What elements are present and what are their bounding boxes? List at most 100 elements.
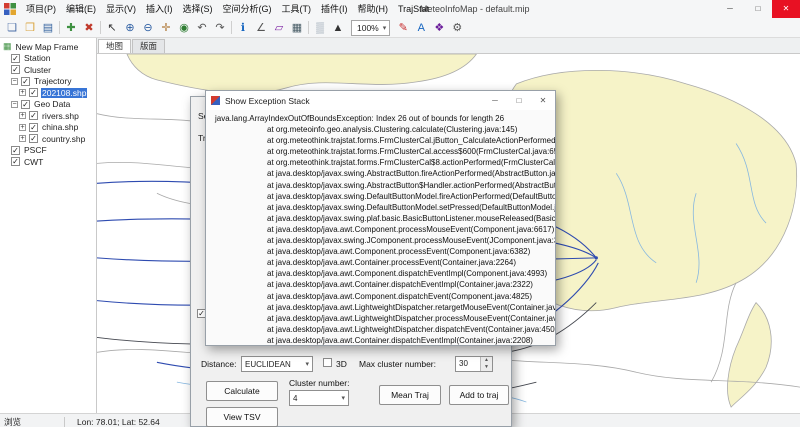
remove-layer-icon[interactable]: ✖ — [80, 20, 98, 36]
legend-item-cluster[interactable]: ✓Cluster — [0, 64, 96, 76]
zoom-previous-icon[interactable]: ↶ — [193, 20, 211, 36]
legend-item-rivers-shp[interactable]: +✓rivers.shp — [0, 110, 96, 122]
graticule-icon[interactable]: ▒ — [311, 20, 329, 36]
layer-visibility-checkbox[interactable]: ✓ — [21, 77, 30, 86]
menu-geoprocessing[interactable]: 空间分析(G) — [218, 0, 277, 18]
menu-select[interactable]: 选择(S) — [178, 0, 218, 18]
zoom-next-icon[interactable]: ↷ — [211, 20, 229, 36]
toolbar-separator — [59, 21, 60, 34]
close-button[interactable]: ✕ — [772, 0, 800, 18]
settings-gear-icon[interactable]: ⚙ — [448, 20, 466, 36]
legend-item-label[interactable]: Trajectory — [33, 76, 72, 86]
legend-map-frame[interactable]: ▦New Map Frame — [0, 41, 96, 53]
mean-traj-button[interactable]: Mean Traj — [379, 385, 441, 405]
select-arrow-icon[interactable]: ↖ — [103, 20, 121, 36]
attribute-table-icon[interactable]: ▦ — [288, 20, 306, 36]
menu-help[interactable]: 帮助(H) — [353, 0, 394, 18]
distance-select[interactable]: EUCLIDEAN ▾ — [241, 356, 313, 372]
zoom-out-icon[interactable]: ⊖ — [139, 20, 157, 36]
view-tabs: 地图版面 — [97, 38, 800, 54]
chevron-down-icon: ▾ — [341, 394, 345, 402]
dialog-minimize-button[interactable]: ─ — [483, 91, 507, 110]
menu-plugin[interactable]: 插件(I) — [316, 0, 353, 18]
legend-item-label[interactable]: Geo Data — [33, 99, 71, 109]
layer-visibility-checkbox[interactable]: ✓ — [29, 88, 38, 97]
identify-icon[interactable]: ℹ — [234, 20, 252, 36]
legend-item-pscf[interactable]: ✓PSCF — [0, 145, 96, 157]
spinner-down-icon[interactable]: ▼ — [481, 364, 492, 371]
text-label-icon[interactable]: A — [412, 20, 430, 36]
toolbar: ❏❒▤ ✚✖ ↖⊕⊖✛◉↶↷ ℹ∠▱▦ ▒▲100%▾✎A❖⚙ — [0, 18, 800, 38]
exception-dialog-title: Show Exception Stack — [225, 96, 310, 106]
legend-item-country-shp[interactable]: +✓country.shp — [0, 133, 96, 145]
legend-item-station[interactable]: ✓Station — [0, 53, 96, 65]
spinner-arrows-icon[interactable]: ▲ ▼ — [480, 357, 492, 371]
layer-visibility-checkbox[interactable]: ✓ — [11, 54, 20, 63]
legend-item-geo-data[interactable]: −✓Geo Data — [0, 99, 96, 111]
pan-icon[interactable]: ✛ — [157, 20, 175, 36]
expand-icon[interactable]: + — [19, 89, 26, 96]
collapse-icon[interactable]: − — [11, 101, 18, 108]
select-feature-icon[interactable]: ▱ — [270, 20, 288, 36]
stack-trace-line: at java.desktop/java.awt.Container.dispa… — [215, 335, 555, 345]
view-tsv-button[interactable]: View TSV — [206, 407, 278, 427]
legend-item-label[interactable]: china.shp — [41, 122, 79, 132]
add-layer-icon[interactable]: ✚ — [62, 20, 80, 36]
tab-map[interactable]: 地图 — [98, 39, 131, 53]
legend-item-china-shp[interactable]: +✓china.shp — [0, 122, 96, 134]
legend-item-label[interactable]: CWT — [23, 157, 44, 167]
menu-edit[interactable]: 编辑(E) — [61, 0, 101, 18]
zoom-level-select[interactable]: 100%▾ — [351, 20, 390, 36]
stack-trace-line: java.lang.ArrayIndexOutOfBoundsException… — [215, 113, 555, 124]
layer-visibility-checkbox[interactable]: ✓ — [11, 146, 20, 155]
collapse-icon[interactable]: − — [11, 78, 18, 85]
max-cluster-spinner[interactable]: 30 ▲ ▼ — [455, 356, 493, 372]
dialog-close-button[interactable]: ✕ — [531, 91, 555, 110]
open-folder-icon[interactable]: ❒ — [21, 20, 39, 36]
cluster-number-select[interactable]: 4 ▾ — [289, 390, 349, 406]
expand-icon[interactable]: + — [19, 124, 26, 131]
legend-item-label[interactable]: country.shp — [41, 134, 86, 144]
add-to-traj-button[interactable]: Add to traj — [449, 385, 509, 405]
legend-item-label[interactable]: rivers.shp — [41, 111, 80, 121]
menu-tools[interactable]: 工具(T) — [277, 0, 317, 18]
legend-item-cwt[interactable]: ✓CWT — [0, 156, 96, 168]
legend-item-label[interactable]: New Map Frame — [15, 42, 80, 52]
north-arrow-icon[interactable]: ▲ — [329, 20, 347, 36]
layer-visibility-checkbox[interactable]: ✓ — [29, 111, 38, 120]
menu-view[interactable]: 显示(V) — [101, 0, 141, 18]
layer-visibility-checkbox[interactable]: ✓ — [29, 123, 38, 132]
draw-pencil-icon[interactable]: ✎ — [394, 20, 412, 36]
symbol-palette-icon[interactable]: ❖ — [430, 20, 448, 36]
legend-item-label[interactable]: Cluster — [23, 65, 52, 75]
legend-item-label[interactable]: Station — [23, 53, 51, 63]
zoom-in-icon[interactable]: ⊕ — [121, 20, 139, 36]
legend-item-202108-shp[interactable]: +✓202108.shp — [0, 87, 96, 99]
new-document-icon[interactable]: ❏ — [3, 20, 21, 36]
layer-visibility-checkbox[interactable]: ✓ — [29, 134, 38, 143]
tab-layout[interactable]: 版面 — [132, 39, 165, 53]
legend-item-label[interactable]: PSCF — [23, 145, 48, 155]
3d-checkbox[interactable] — [323, 358, 332, 367]
save-icon[interactable]: ▤ — [39, 20, 57, 36]
max-cluster-label: Max cluster number: — [359, 359, 436, 369]
expand-icon[interactable]: + — [19, 135, 26, 142]
layer-visibility-checkbox[interactable]: ✓ — [11, 157, 20, 166]
legend-item-trajectory[interactable]: −✓Trajectory — [0, 76, 96, 88]
layer-visibility-checkbox[interactable]: ✓ — [11, 65, 20, 74]
menu-project[interactable]: 项目(P) — [21, 0, 61, 18]
dialog-maximize-button[interactable]: □ — [507, 91, 531, 110]
legend-item-label[interactable]: 202108.shp — [41, 88, 87, 98]
maximize-button[interactable]: □ — [744, 0, 772, 18]
measure-icon[interactable]: ∠ — [252, 20, 270, 36]
full-extent-icon[interactable]: ◉ — [175, 20, 193, 36]
stack-trace-line: at java.desktop/javax.swing.plaf.basic.B… — [215, 213, 555, 224]
layer-visibility-checkbox[interactable]: ✓ — [21, 100, 30, 109]
calculate-button[interactable]: Calculate — [206, 381, 278, 401]
menu-insert[interactable]: 插入(I) — [141, 0, 178, 18]
expand-icon[interactable]: + — [19, 112, 26, 119]
spinner-up-icon[interactable]: ▲ — [481, 357, 492, 364]
stack-trace-line: at org.meteothink.trajstat.forms.FrmClus… — [215, 157, 555, 168]
minimize-button[interactable]: ─ — [716, 0, 744, 18]
status-mode: 浏览 — [4, 416, 64, 427]
